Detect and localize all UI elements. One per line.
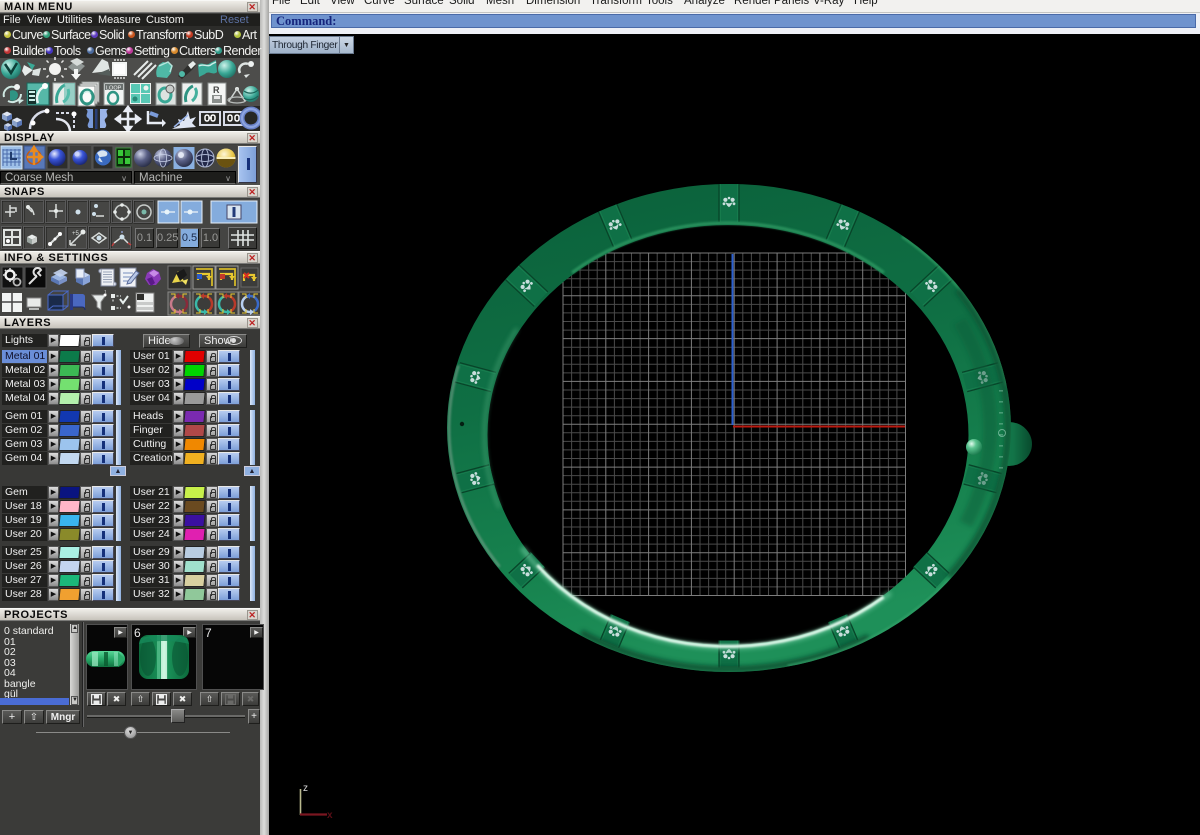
svg-text:R: R [213,85,220,95]
svg-text:z: z [303,783,308,794]
svg-text:LOOP: LOOP [106,86,122,92]
svg-text:1: 1 [104,290,107,296]
svg-text:+5: +5 [72,231,80,237]
svg-text:x: x [327,810,333,821]
